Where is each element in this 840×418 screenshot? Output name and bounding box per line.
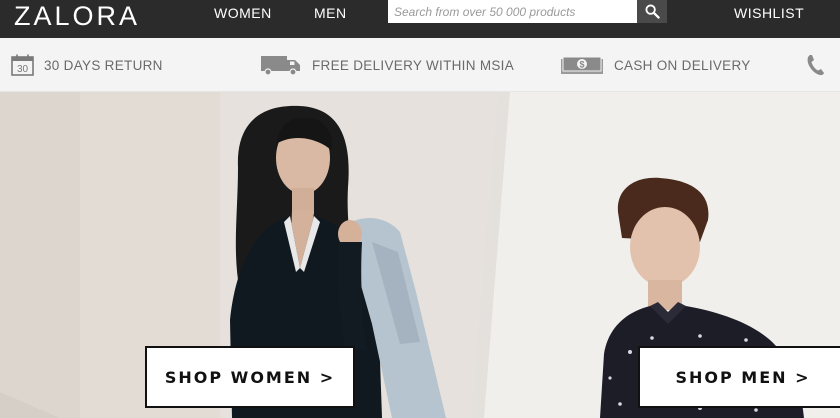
usp-bar: 30 30 DAYS RETURN FREE DELIVERY WITHIN M… [0, 38, 840, 92]
usp-cash-on-delivery[interactable]: $ CASH ON DELIVERY [560, 38, 751, 92]
search-button[interactable] [637, 0, 667, 23]
zalora-logo[interactable]: ZALORA [14, 1, 140, 32]
calendar-icon: 30 [11, 54, 34, 76]
search-input[interactable] [388, 0, 637, 23]
shop-women-button[interactable]: SHOP WOMEN > [145, 346, 355, 408]
calendar-icon-text: 30 [17, 64, 29, 75]
cash-icon-text: $ [579, 60, 584, 70]
nav-men-link[interactable]: MEN [314, 5, 347, 21]
usp-free-delivery-label: FREE DELIVERY WITHIN MSIA [312, 57, 515, 73]
usp-phone[interactable] [805, 38, 827, 92]
delivery-truck-icon [260, 54, 302, 76]
usp-cash-on-delivery-label: CASH ON DELIVERY [614, 57, 751, 73]
search-icon [644, 4, 660, 19]
usp-returns[interactable]: 30 30 DAYS RETURN [11, 38, 163, 92]
usp-free-delivery[interactable]: FREE DELIVERY WITHIN MSIA [260, 38, 514, 92]
cash-icon: $ [560, 55, 604, 75]
phone-icon [805, 53, 827, 77]
usp-returns-label: 30 DAYS RETURN [44, 57, 163, 73]
hero-banner: SHOP WOMEN > SHOP MEN > [0, 92, 840, 418]
nav-women-link[interactable]: WOMEN [214, 5, 272, 21]
shop-men-button[interactable]: SHOP MEN > [638, 346, 840, 408]
top-navigation-bar: ZALORA WOMEN MEN WISHLIST [0, 0, 840, 38]
nav-wishlist-link[interactable]: WISHLIST [734, 5, 804, 21]
